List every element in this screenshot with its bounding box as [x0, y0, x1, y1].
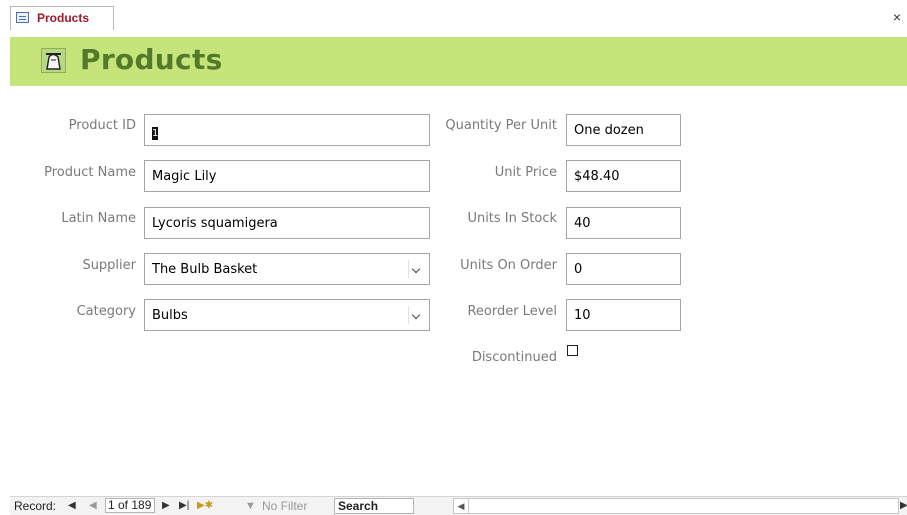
tab-products[interactable]: Products	[10, 6, 114, 30]
product-id-value: 1	[152, 127, 159, 140]
close-icon[interactable]: ×	[893, 10, 901, 24]
product-name-label: Product Name	[44, 165, 136, 180]
tab-label: Products	[37, 11, 90, 25]
chevron-down-icon[interactable]	[408, 260, 425, 278]
record-navigation-bar: Record: ◀​ ◀ 1 of 189 ▶ ▶| ▶✱ ▼ No Filte…	[10, 496, 907, 515]
new-record-icon[interactable]: ▶✱	[197, 500, 213, 511]
units-in-stock-field[interactable]: 40	[566, 207, 681, 239]
product-id-field[interactable]: 1	[144, 114, 430, 146]
no-filter-button[interactable]: No Filter	[262, 499, 307, 513]
category-label: Category	[76, 304, 136, 319]
record-label: Record:	[14, 499, 57, 513]
units-on-order-label: Units On Order	[460, 258, 557, 273]
document-tab-strip: Products ×	[0, 0, 907, 30]
form-header: Products	[10, 37, 907, 86]
filter-icon[interactable]: ▼	[245, 500, 256, 512]
latin-name-label: Latin Name	[61, 211, 136, 226]
scroll-left-icon[interactable]: ◀	[454, 499, 469, 513]
previous-record-icon[interactable]: ◀	[89, 500, 97, 511]
unit-price-label: Unit Price	[494, 165, 557, 180]
scroll-right-icon[interactable]: ▶	[900, 500, 907, 511]
units-in-stock-label: Units In Stock	[467, 211, 557, 226]
units-on-order-field[interactable]: 0	[566, 253, 681, 285]
category-combo[interactable]: Bulbs	[144, 299, 430, 331]
quantity-per-unit-label: Quantity Per Unit	[445, 118, 557, 133]
reorder-level-label: Reorder Level	[467, 304, 557, 319]
discontinued-checkbox[interactable]	[567, 345, 578, 356]
category-value: Bulbs	[152, 308, 188, 323]
latin-name-field[interactable]: Lycoris squamigera	[144, 207, 430, 239]
last-record-icon[interactable]: ▶|	[179, 500, 189, 511]
quantity-per-unit-field[interactable]: One dozen	[566, 114, 681, 146]
first-record-icon[interactable]: ◀​	[68, 500, 76, 511]
horizontal-scrollbar[interactable]: ◀	[453, 498, 899, 514]
page-title: Products	[80, 43, 223, 76]
supplier-combo[interactable]: The Bulb Basket	[144, 253, 430, 285]
supplier-label: Supplier	[82, 258, 136, 273]
form-icon	[16, 12, 29, 23]
current-record-input[interactable]: 1 of 189	[105, 498, 155, 513]
next-record-icon[interactable]: ▶	[162, 500, 170, 511]
unit-price-field[interactable]: $48.40	[566, 160, 681, 192]
discontinued-label: Discontinued	[471, 350, 557, 365]
product-id-label: Product ID	[68, 118, 136, 133]
product-name-field[interactable]: Magic Lily	[144, 160, 430, 192]
reorder-level-field[interactable]: 10	[566, 299, 681, 331]
search-input[interactable]: Search	[334, 498, 414, 514]
chevron-down-icon[interactable]	[408, 306, 425, 324]
product-bag-icon	[41, 48, 66, 73]
supplier-value: The Bulb Basket	[152, 262, 258, 277]
